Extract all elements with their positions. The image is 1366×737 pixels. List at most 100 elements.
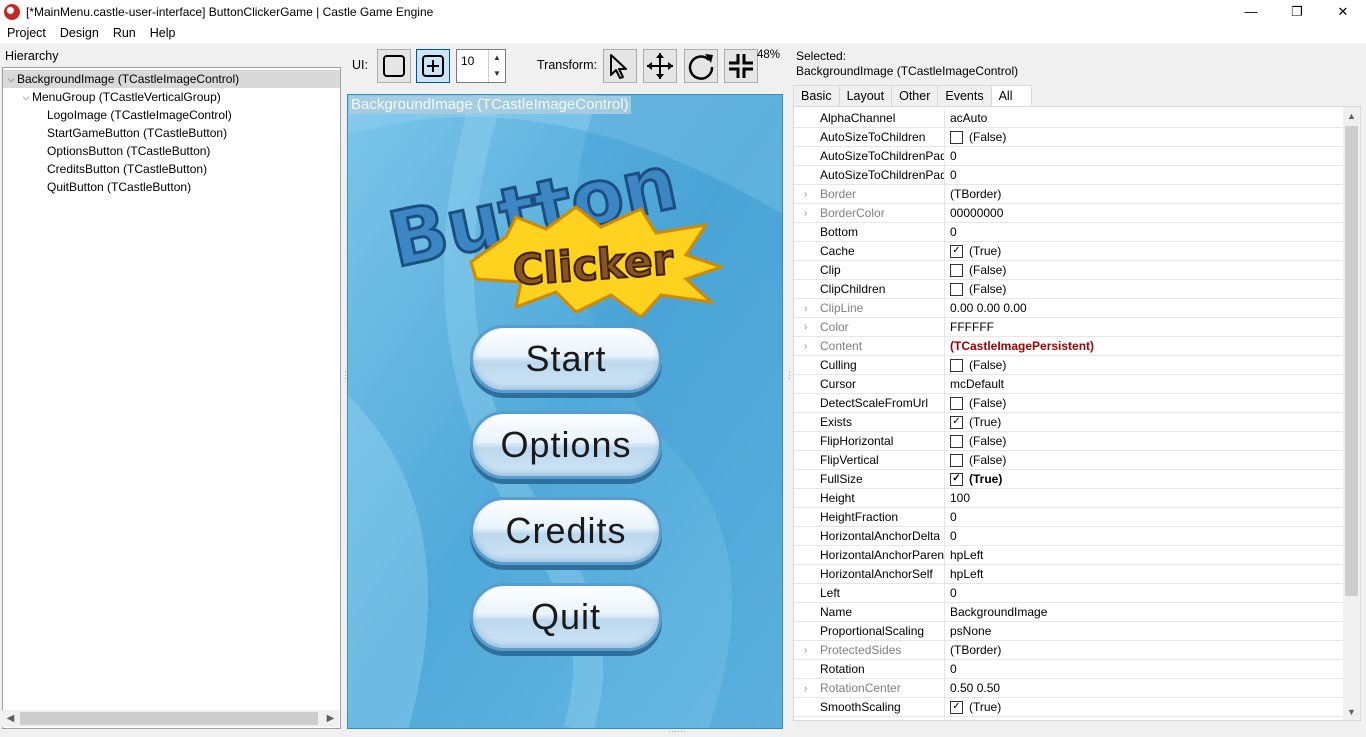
property-value[interactable]: (False) [945, 356, 1006, 374]
property-row[interactable]: Height 100 [794, 489, 1345, 508]
property-value[interactable]: 0 [945, 508, 957, 526]
snap-spin-edit[interactable]: 10 ▲ ▼ [456, 49, 506, 83]
property-row[interactable]: Clip (False) [794, 261, 1345, 280]
property-row[interactable]: FlipVertical (False) [794, 451, 1345, 470]
property-vscrollbar[interactable]: ▲ ▼ [1343, 107, 1360, 720]
checkbox-unchecked-icon[interactable] [950, 358, 963, 372]
property-value[interactable]: (TBorder) [945, 185, 1001, 203]
expand-chevron-icon[interactable]: › [804, 337, 807, 355]
tab-all[interactable]: All [990, 85, 1032, 107]
property-value[interactable]: 100 [945, 489, 970, 507]
expand-chevron-icon[interactable]: ⌵ [5, 74, 17, 85]
property-row[interactable]: › ProtectedSides (TBorder) [794, 641, 1345, 660]
property-value[interactable]: hpLeft [945, 565, 983, 583]
design-canvas[interactable]: BackgroundImage (TCastleImageControl) Bu… [347, 94, 783, 729]
vscroll-thumb[interactable] [1345, 126, 1358, 596]
scroll-right-arrow-icon[interactable]: ▶ [322, 710, 339, 727]
logo-image[interactable]: Button Clicker [386, 167, 746, 317]
bottom-splitter[interactable]: ⋯⋯ [668, 726, 686, 737]
property-row[interactable]: HorizontalAnchorParent hpLeft [794, 546, 1345, 565]
tree-item[interactable]: QuitButton (TCastleButton) [3, 178, 340, 196]
property-row[interactable]: › BorderColor 00000000 [794, 204, 1345, 223]
property-row[interactable]: Exists ✓ (True) [794, 413, 1345, 432]
property-row[interactable]: AutoSizeToChildrenPaddingTop 0 [794, 166, 1345, 185]
tab-basic[interactable]: Basic [793, 85, 840, 106]
restore-button[interactable]: ❐ [1274, 0, 1320, 23]
menu-run[interactable]: Run [106, 26, 143, 40]
options-button[interactable]: Options [470, 411, 662, 479]
property-value[interactable]: (False) [945, 717, 1006, 720]
property-value[interactable]: (False) [945, 394, 1006, 412]
property-row[interactable]: HorizontalAnchorDelta 0 [794, 527, 1345, 546]
property-row[interactable]: › Border (TBorder) [794, 185, 1345, 204]
expand-chevron-icon[interactable]: ⌵ [20, 92, 32, 103]
move-transform-button[interactable] [643, 49, 677, 83]
checkbox-checked-icon[interactable]: ✓ [950, 244, 963, 258]
property-row[interactable]: Cursor mcDefault [794, 375, 1345, 394]
property-row[interactable]: › RotationCenter 0.50 0.50 [794, 679, 1345, 698]
property-value[interactable]: acAuto [945, 109, 987, 127]
property-row[interactable]: Culling (False) [794, 356, 1345, 375]
property-value[interactable]: (False) [945, 432, 1006, 450]
select-ui-mode-button[interactable] [377, 49, 411, 83]
property-row[interactable]: Rotation 0 [794, 660, 1345, 679]
property-value[interactable]: ✓ (True) [945, 413, 1001, 431]
tab-layout[interactable]: Layout [838, 85, 893, 106]
checkbox-unchecked-icon[interactable] [950, 453, 963, 467]
property-value[interactable]: ✓ (True) [945, 242, 1001, 260]
scroll-up-arrow-icon[interactable]: ▲ [1343, 107, 1360, 124]
checkbox-checked-icon[interactable]: ✓ [950, 700, 963, 714]
tab-other[interactable]: Other [891, 85, 939, 106]
property-value[interactable]: (TBorder) [945, 641, 1001, 659]
property-value[interactable]: 0 [945, 584, 957, 602]
expand-chevron-icon[interactable]: › [804, 641, 807, 659]
property-value[interactable]: (False) [945, 280, 1006, 298]
property-row[interactable]: DetectScaleFromUrl (False) [794, 394, 1345, 413]
property-row[interactable]: ProportionalScaling psNone [794, 622, 1345, 641]
scale-transform-button[interactable] [724, 49, 758, 83]
expand-chevron-icon[interactable]: › [804, 185, 807, 203]
checkbox-unchecked-icon[interactable] [950, 434, 963, 448]
property-value[interactable]: (TCastleImagePersistent) [945, 337, 1094, 355]
scroll-down-arrow-icon[interactable]: ▼ [1343, 703, 1360, 720]
property-value[interactable]: psNone [945, 622, 991, 640]
expand-chevron-icon[interactable]: › [804, 299, 807, 317]
property-row[interactable]: HeightFraction 0 [794, 508, 1345, 527]
menu-help[interactable]: Help [143, 26, 183, 40]
expand-chevron-icon[interactable]: › [804, 318, 807, 336]
property-row[interactable]: AlphaChannel acAuto [794, 109, 1345, 128]
property-row[interactable]: AutoSizeToChildren (False) [794, 128, 1345, 147]
property-row[interactable]: AutoSizeToChildrenPaddingRight 0 [794, 147, 1345, 166]
menu-project[interactable]: Project [0, 26, 53, 40]
property-row[interactable]: SmoothScaling ✓ (True) [794, 698, 1345, 717]
property-value[interactable]: 0.00 0.00 0.00 [945, 299, 1027, 317]
spin-down-icon[interactable]: ▼ [489, 66, 505, 82]
rotate-transform-button[interactable] [684, 49, 718, 83]
property-value[interactable]: 00000000 [945, 204, 1003, 222]
property-value[interactable]: ✓ (True) [945, 470, 1002, 488]
tree-item[interactable]: OptionsButton (TCastleButton) [3, 142, 340, 160]
select-transform-button[interactable] [603, 49, 637, 83]
property-row[interactable]: FlipHorizontal (False) [794, 432, 1345, 451]
property-row[interactable]: › Color FFFFFF [794, 318, 1345, 337]
tab-events[interactable]: Events [937, 85, 992, 106]
tree-item[interactable]: StartGameButton (TCastleButton) [3, 124, 340, 142]
hierarchy-hscrollbar[interactable]: ◀ ▶ [2, 710, 339, 727]
property-value[interactable]: 0 [945, 223, 957, 241]
checkbox-unchecked-icon[interactable] [950, 719, 963, 720]
property-row[interactable]: Left 0 [794, 584, 1345, 603]
property-value[interactable]: FFFFFF [945, 318, 994, 336]
property-row[interactable]: Cache ✓ (True) [794, 242, 1345, 261]
property-row[interactable]: › Content (TCastleImagePersistent) [794, 337, 1345, 356]
quit-button[interactable]: Quit [470, 583, 662, 651]
checkbox-unchecked-icon[interactable] [950, 282, 963, 296]
menu-design[interactable]: Design [53, 26, 106, 40]
expand-chevron-icon[interactable]: › [804, 679, 807, 697]
tree-item[interactable]: CreditsButton (TCastleButton) [3, 160, 340, 178]
hierarchy-tree[interactable]: ⌵ BackgroundImage (TCastleImageControl) ⌵ M… [2, 67, 341, 729]
checkbox-checked-icon[interactable]: ✓ [950, 415, 963, 429]
property-value[interactable]: (False) [945, 261, 1006, 279]
property-row[interactable]: Name BackgroundImage [794, 603, 1345, 622]
property-row[interactable]: ClipChildren (False) [794, 280, 1345, 299]
property-value[interactable]: hpLeft [945, 546, 983, 564]
